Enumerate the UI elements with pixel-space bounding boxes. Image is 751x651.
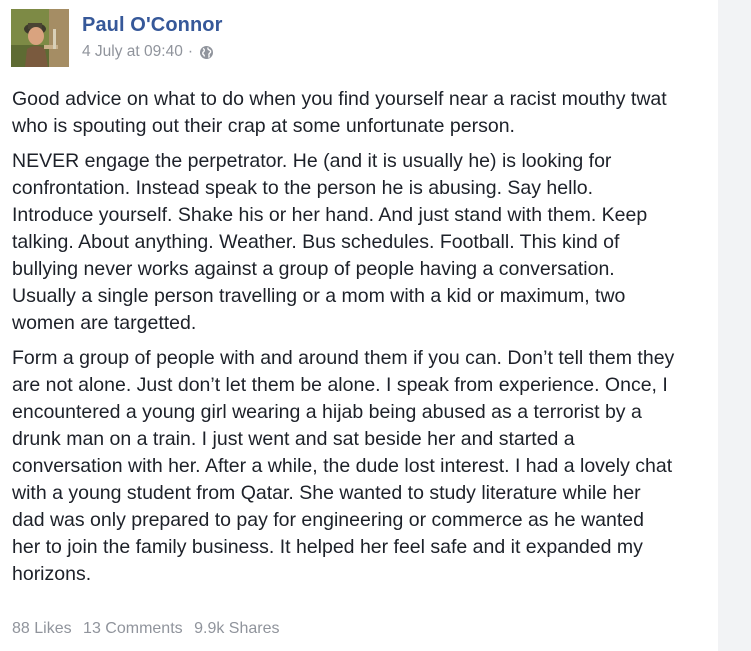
comments-count[interactable]: 13 Comments (83, 620, 183, 637)
avatar[interactable] (11, 9, 69, 67)
author-name[interactable]: Paul O'Connor (82, 14, 223, 37)
post-meta: 4 July at 09:40 · (82, 43, 214, 61)
likes-count[interactable]: 88 Likes (12, 620, 72, 637)
meta-separator: · (187, 43, 193, 60)
post-stats: 88 Likes 13 Comments 9.9k Shares (12, 620, 286, 638)
post-header: Paul O'Connor 4 July at 09:40 · (11, 9, 691, 69)
post-body: Good advice on what to do when you find … (12, 86, 702, 588)
avatar-photo (11, 9, 69, 67)
post-paragraph: Good advice on what to do when you find … (12, 88, 667, 137)
post-paragraph: NEVER engage the perpetrator. He (and it… (12, 150, 648, 334)
post-timestamp[interactable]: 4 July at 09:40 (82, 43, 183, 61)
shares-count[interactable]: 9.9k Shares (194, 620, 279, 637)
globe-icon[interactable] (199, 45, 214, 60)
post-card: Paul O'Connor 4 July at 09:40 · Good adv… (0, 0, 718, 651)
post-paragraph: Form a group of people with and around t… (12, 347, 675, 585)
